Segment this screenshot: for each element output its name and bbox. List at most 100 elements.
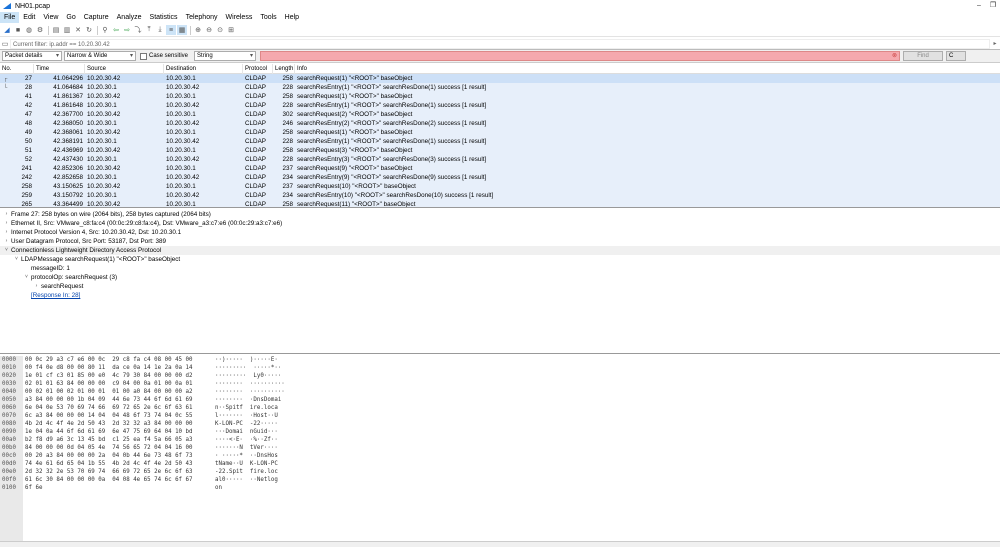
first-packet-icon[interactable]: ⤒ <box>144 25 154 35</box>
expand-arrow-icon[interactable]: › <box>2 228 11 237</box>
stop-capture-icon[interactable]: ■ <box>13 25 23 35</box>
menu-wireless[interactable]: Wireless <box>221 12 256 23</box>
menu-tools[interactable]: Tools <box>256 12 280 23</box>
cell-no: 242 <box>21 174 32 181</box>
minimize-button[interactable]: – <box>972 0 986 12</box>
packet-list-pane: No. Time Source Destination Protocol Len… <box>0 64 1000 208</box>
expand-arrow-icon[interactable]: › <box>32 282 41 291</box>
detail-tree-item[interactable]: › Internet Protocol Version 4, Src: 10.20… <box>0 228 1000 237</box>
cell-info: searchRequest(11) "<ROOT>" baseObject <box>297 201 416 208</box>
search-scope-select[interactable]: Packet details <box>2 51 62 61</box>
packet-row[interactable]: 49 42.368061 10.20.30.42 10.20.30.1 CLDAP 258… <box>0 128 1000 137</box>
packet-row[interactable]: 241 42.852306 10.20.30.42 10.20.30.1 CLDAP 23… <box>0 164 1000 173</box>
cell-no: 49 <box>24 129 32 136</box>
column-header-info[interactable]: Info <box>295 64 1000 74</box>
packet-row[interactable]: 28 41.064684 10.20.30.1 10.20.30.42 CLDAP 228… <box>0 83 1000 92</box>
save-file-icon[interactable]: ▥ <box>62 25 72 35</box>
response-link[interactable]: [Response In: 28] <box>31 291 80 300</box>
expand-arrow-icon[interactable]: › <box>2 219 11 228</box>
menu-go[interactable]: Go <box>62 12 79 23</box>
packet-row[interactable]: 259 43.150792 10.20.30.1 10.20.30.42 CLDAP 23… <box>0 191 1000 200</box>
ascii-bytes-column[interactable]: ··)····· )·····E· ········· ·····*·· ·····… <box>213 356 413 541</box>
colorize-icon[interactable]: ▦ <box>177 25 187 35</box>
last-packet-icon[interactable]: ⤓ <box>155 25 165 35</box>
close-file-icon[interactable]: ✕ <box>73 25 83 35</box>
zoom-in-icon[interactable]: ⊕ <box>193 25 203 35</box>
restore-button[interactable]: ❐ <box>986 0 1000 12</box>
menu-view[interactable]: View <box>39 12 62 23</box>
menu-edit[interactable]: Edit <box>19 12 39 23</box>
cell-no: 265 <box>21 201 32 208</box>
clear-find-icon[interactable]: ⊗ <box>892 52 897 60</box>
zoom-normal-icon[interactable]: ⊙ <box>215 25 225 35</box>
packet-row[interactable]: 242 42.852658 10.20.30.1 10.20.30.42 CLDAP 23… <box>0 173 1000 182</box>
column-header-no[interactable]: No. <box>0 64 34 74</box>
find-input[interactable]: ⊗ <box>260 51 901 61</box>
detail-tree-item[interactable]: ˅ protocolOp: searchRequest (3) <box>0 273 1000 282</box>
collapse-arrow-icon[interactable]: ˅ <box>12 255 21 264</box>
cell-time: 41.064684 <box>53 84 83 91</box>
menu-file[interactable]: File <box>0 12 20 23</box>
column-header-destination[interactable]: Destination <box>164 64 243 74</box>
packet-row[interactable]: 48 42.368050 10.20.30.1 10.20.30.42 CLDAP 246… <box>0 119 1000 128</box>
expand-arrow-icon[interactable]: › <box>2 237 11 246</box>
collapse-arrow-icon[interactable]: ˅ <box>2 246 11 255</box>
detail-tree-item[interactable]: ˅ Connectionless Lightweight Directory Ac… <box>0 246 1000 255</box>
packet-row[interactable]: 42 41.861648 10.20.30.1 10.20.30.42 CLDAP 228… <box>0 101 1000 110</box>
packet-row[interactable]: 47 42.367700 10.20.30.42 10.20.30.1 CLDAP 302… <box>0 110 1000 119</box>
capture-options-icon[interactable]: ⚙ <box>35 25 45 35</box>
go-back-icon[interactable]: ⇦ <box>111 25 121 35</box>
char-width-select[interactable]: Narrow & Wide <box>64 51 136 61</box>
cell-destination: 10.20.30.1 <box>166 201 196 208</box>
menu-telephony[interactable]: Telephony <box>182 12 222 23</box>
detail-tree-item[interactable]: ˅ LDAPMessage searchRequest(1) "<ROOT>" b… <box>0 255 1000 264</box>
go-forward-icon[interactable]: ⇨ <box>122 25 132 35</box>
packet-row[interactable]: 41 41.861367 10.20.30.42 10.20.30.1 CLDAP 258… <box>0 92 1000 101</box>
column-header-time[interactable]: Time <box>34 64 85 74</box>
reload-file-icon[interactable]: ↻ <box>84 25 94 35</box>
cell-destination: 10.20.30.42 <box>166 192 200 199</box>
hex-bytes-column[interactable]: 00 0c 29 a3 c7 e6 00 0c 29 c8 fa c4 08 0… <box>23 356 213 541</box>
menu-analyze[interactable]: Analyze <box>113 12 146 23</box>
packet-row[interactable]: 265 43.364499 10.20.30.42 10.20.30.1 CLDAP 25… <box>0 200 1000 208</box>
detail-tree-item[interactable]: › Ethernet II, Src: VMware_c8:fa:c4 (00:0… <box>0 219 1000 228</box>
zoom-out-icon[interactable]: ⊖ <box>204 25 214 35</box>
bookmark-icon[interactable]: ▭ <box>0 40 10 48</box>
column-header-protocol[interactable]: Protocol <box>243 64 273 74</box>
collapse-arrow-icon[interactable]: ˅ <box>22 273 31 282</box>
menu-help[interactable]: Help <box>281 12 303 23</box>
menu-capture[interactable]: Capture <box>80 12 113 23</box>
cell-source: 10.20.30.42 <box>87 129 121 136</box>
cell-destination: 10.20.30.1 <box>166 129 196 136</box>
go-to-packet-icon[interactable]: ⤵ <box>133 25 143 35</box>
detail-tree-item[interactable]: [Response In: 28] <box>0 291 1000 300</box>
resize-columns-icon[interactable]: ⊞ <box>226 25 236 35</box>
open-file-icon[interactable]: ▤ <box>51 25 61 35</box>
auto-scroll-icon[interactable]: ≡ <box>166 25 176 35</box>
detail-tree-item[interactable]: › searchRequest <box>0 282 1000 291</box>
detail-tree-item[interactable]: › User Datagram Protocol, Src Port: 53187… <box>0 237 1000 246</box>
detail-tree-item[interactable]: › Frame 27: 258 bytes on wire (2064 bits)… <box>0 210 1000 219</box>
packet-row[interactable]: 258 43.150625 10.20.30.42 10.20.30.1 CLDAP 23… <box>0 182 1000 191</box>
packet-row[interactable]: 50 42.368191 10.20.30.1 10.20.30.42 CLDAP 228… <box>0 137 1000 146</box>
packet-row[interactable]: 52 42.437430 10.20.30.1 10.20.30.42 CLDAP 228… <box>0 155 1000 164</box>
case-sensitive-toggle[interactable]: Case sensitive <box>140 52 188 60</box>
detail-text: User Datagram Protocol, Src Port: 53187,… <box>11 238 167 245</box>
packet-row[interactable]: 51 42.436969 10.20.30.42 10.20.30.1 CLDAP 258… <box>0 146 1000 155</box>
search-type-select[interactable]: String <box>194 51 257 61</box>
packet-row[interactable]: 27 41.064296 10.20.30.42 10.20.30.1 CLDAP 258… <box>0 74 1000 83</box>
filter-apply-icon[interactable]: ▸ <box>990 40 1000 47</box>
case-sensitive-checkbox[interactable] <box>140 52 147 60</box>
cancel-button[interactable]: C <box>946 51 967 61</box>
expand-arrow-icon[interactable]: › <box>2 210 11 219</box>
restart-capture-icon[interactable]: ◍ <box>24 25 34 35</box>
find-packet-icon[interactable]: ⚲ <box>100 25 110 35</box>
column-header-length[interactable]: Length <box>273 64 295 74</box>
column-header-source[interactable]: Source <box>85 64 164 74</box>
find-button[interactable]: Find <box>903 51 944 61</box>
display-filter-input[interactable]: Current filter: ip.addr == 10.20.30.42 <box>10 38 990 49</box>
menu-statistics[interactable]: Statistics <box>146 12 182 23</box>
start-capture-icon[interactable]: ◢ <box>2 25 12 35</box>
detail-tree-item[interactable]: messageID: 1 <box>0 264 1000 273</box>
toolbar-separator <box>190 25 191 35</box>
